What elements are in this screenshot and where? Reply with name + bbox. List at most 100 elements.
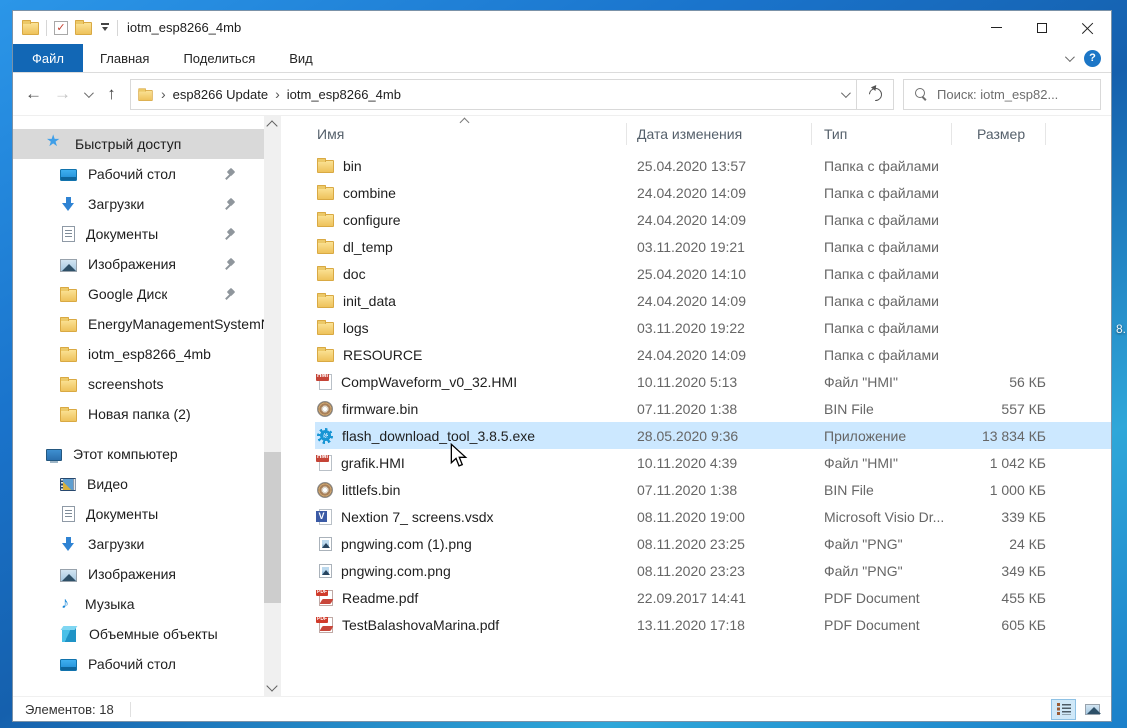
gear-icon	[317, 428, 333, 444]
file-type-cell: BIN File	[812, 401, 952, 417]
table-row[interactable]: CompWaveform_v0_32.HMI10.11.2020 5:13Фай…	[315, 368, 1111, 395]
table-row[interactable]: doc25.04.2020 14:10Папка с файлами	[315, 260, 1111, 287]
explorer-window: ✓ iotm_esp8266_4mb Файл Главная Поделить…	[12, 10, 1112, 722]
sidebar-item[interactable]: EnergyManagementSystemN	[13, 309, 264, 339]
titlebar: ✓ iotm_esp8266_4mb	[13, 11, 1111, 44]
sidebar-item[interactable]: Загрузки	[13, 189, 264, 219]
items-count: Элементов: 18	[25, 702, 114, 717]
scroll-down-icon[interactable]	[266, 680, 277, 691]
table-row[interactable]: firmware.bin07.11.2020 1:38BIN File557 К…	[315, 395, 1111, 422]
refresh-button[interactable]	[857, 79, 894, 110]
breadcrumb-item[interactable]: esp8266 Update	[173, 87, 268, 102]
file-name: RESOURCE	[343, 347, 422, 363]
sidebar-item-label: Google Диск	[88, 286, 167, 302]
table-row[interactable]: Nextion 7_ screens.vsdx08.11.2020 19:00M…	[315, 503, 1111, 530]
pictures-icon	[60, 259, 77, 272]
sidebar-group-0[interactable]: Быстрый доступ	[13, 129, 264, 159]
help-icon[interactable]: ?	[1084, 50, 1101, 67]
sidebar-item[interactable]: Изображения	[13, 559, 264, 589]
sidebar-item[interactable]: Новая папка (2)	[13, 399, 264, 429]
file-type-cell: Папка с файлами	[812, 212, 952, 228]
sidebar-item[interactable]: Загрузки	[13, 529, 264, 559]
table-row[interactable]: combine24.04.2020 14:09Папка с файлами	[315, 179, 1111, 206]
sidebar-item[interactable]: Рабочий стол	[13, 159, 264, 189]
file-type-cell: PDF Document	[812, 590, 952, 606]
maximize-button[interactable]	[1019, 11, 1065, 44]
folder-icon	[317, 214, 334, 227]
close-button[interactable]	[1065, 11, 1111, 44]
star-icon	[46, 135, 64, 153]
customize-toolbar-dropdown-icon[interactable]	[101, 23, 110, 32]
folder-icon	[317, 349, 334, 362]
sidebar-item[interactable]: Документы	[13, 219, 264, 249]
table-row[interactable]: bin25.04.2020 13:57Папка с файлами	[315, 152, 1111, 179]
file-name: TestBalashovaMarina.pdf	[342, 617, 499, 633]
expand-ribbon-icon[interactable]	[1065, 52, 1075, 62]
file-date-cell: 25.04.2020 14:10	[627, 266, 812, 282]
folder-icon	[60, 289, 77, 302]
tab-file[interactable]: Файл	[13, 44, 83, 72]
column-header-type[interactable]: Тип	[812, 123, 952, 145]
table-row[interactable]: flash_download_tool_3.8.5.exe28.05.2020 …	[315, 422, 1111, 449]
minimize-button[interactable]	[973, 11, 1019, 44]
file-type-cell: Папка с файлами	[812, 293, 952, 309]
table-row[interactable]: pngwing.com.png08.11.2020 23:23Файл "PNG…	[315, 557, 1111, 584]
folder-icon	[60, 319, 77, 332]
sidebar-item-label: Документы	[86, 226, 158, 242]
pin-icon	[224, 288, 237, 301]
address-dropdown-icon[interactable]	[841, 88, 851, 98]
column-header-date[interactable]: Дата изменения	[627, 123, 812, 145]
file-size-cell: 605 КБ	[952, 617, 1046, 633]
column-header-name[interactable]: Имя	[315, 123, 627, 145]
file-name-cell: grafik.HMI	[315, 455, 627, 471]
column-headers: Имя Дата изменения Тип Размер	[315, 116, 1111, 152]
table-row[interactable]: logs03.11.2020 19:22Папка с файлами	[315, 314, 1111, 341]
sidebar-item[interactable]: Изображения	[13, 249, 264, 279]
details-view-button[interactable]	[1051, 699, 1076, 720]
sidebar-item[interactable]: Видео	[13, 469, 264, 499]
tab-view[interactable]: Вид	[272, 44, 330, 72]
table-row[interactable]: TestBalashovaMarina.pdf13.11.2020 17:18P…	[315, 611, 1111, 638]
hmi-icon	[319, 455, 332, 471]
sidebar-item[interactable]: Объемные объекты	[13, 619, 264, 649]
thumbnails-view-button[interactable]	[1080, 699, 1105, 720]
column-header-size[interactable]: Размер	[952, 123, 1046, 145]
back-button[interactable]: ←	[19, 79, 48, 109]
file-list: Имя Дата изменения Тип Размер bin25.04.2…	[281, 116, 1111, 696]
sidebar-item[interactable]: iotm_esp8266_4mb	[13, 339, 264, 369]
table-row[interactable]: configure24.04.2020 14:09Папка с файлами	[315, 206, 1111, 233]
table-row[interactable]: RESOURCE24.04.2020 14:09Папка с файлами	[315, 341, 1111, 368]
forward-button[interactable]: →	[48, 79, 77, 109]
table-row[interactable]: grafik.HMI10.11.2020 4:39Файл "HMI"1 042…	[315, 449, 1111, 476]
address-bar[interactable]: › esp8266 Update › iotm_esp8266_4mb	[130, 79, 857, 110]
scroll-up-icon[interactable]	[266, 120, 277, 131]
sidebar-scrollbar[interactable]	[264, 116, 281, 696]
new-folder-icon[interactable]	[75, 22, 92, 35]
scrollbar-thumb[interactable]	[264, 452, 281, 603]
recent-locations-icon[interactable]	[77, 79, 97, 109]
sidebar-group-1[interactable]: Этот компьютер	[13, 439, 264, 469]
sidebar-item[interactable]: Документы	[13, 499, 264, 529]
folder-icon	[138, 89, 152, 100]
table-row[interactable]: littlefs.bin07.11.2020 1:38BIN File1 000…	[315, 476, 1111, 503]
folder-icon	[22, 22, 39, 35]
sidebar-item[interactable]: Рабочий стол	[13, 649, 264, 679]
file-name: CompWaveform_v0_32.HMI	[341, 374, 517, 390]
properties-icon[interactable]: ✓	[54, 21, 68, 35]
table-row[interactable]: dl_temp03.11.2020 19:21Папка с файлами	[315, 233, 1111, 260]
search-box[interactable]: Поиск: iotm_esp82...	[903, 79, 1101, 110]
search-input[interactable]: Поиск: iotm_esp82...	[937, 87, 1058, 102]
sidebar-item-label: Рабочий стол	[88, 656, 176, 672]
tab-home[interactable]: Главная	[83, 44, 166, 72]
table-row[interactable]: init_data24.04.2020 14:09Папка с файлами	[315, 287, 1111, 314]
sidebar-item[interactable]: Google Диск	[13, 279, 264, 309]
file-date-cell: 24.04.2020 14:09	[627, 185, 812, 201]
breadcrumb-item[interactable]: iotm_esp8266_4mb	[287, 87, 401, 102]
pdf-icon	[319, 590, 333, 606]
table-row[interactable]: pngwing.com (1).png08.11.2020 23:25Файл …	[315, 530, 1111, 557]
sidebar-item[interactable]: Музыка	[13, 589, 264, 619]
up-button[interactable]: ↑	[97, 79, 126, 109]
sidebar-item[interactable]: screenshots	[13, 369, 264, 399]
table-row[interactable]: Readme.pdf22.09.2017 14:41PDF Document45…	[315, 584, 1111, 611]
tab-share[interactable]: Поделиться	[166, 44, 272, 72]
